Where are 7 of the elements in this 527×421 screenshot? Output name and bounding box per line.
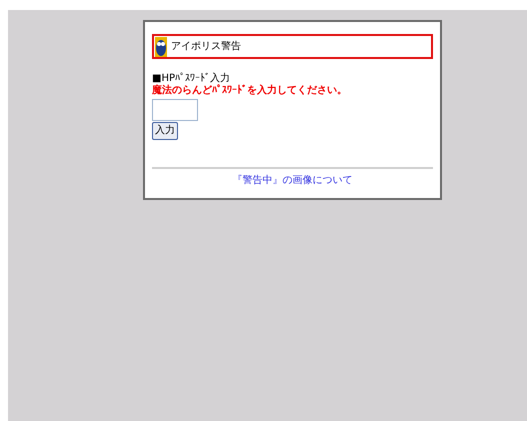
footer-link[interactable]: 『警告中』の画像について (232, 173, 352, 188)
owl-icon (155, 36, 167, 56)
password-field[interactable] (152, 99, 198, 121)
submit-button[interactable]: 入力 (152, 122, 178, 140)
section-heading: ■HPﾊﾟｽﾜｰﾄﾞ入力 (152, 73, 230, 84)
instruction-text: 魔法のらんどﾊﾟｽﾜｰﾄﾞを入力してください。 (152, 85, 347, 97)
header-title: アイポリス警告 (171, 42, 241, 52)
